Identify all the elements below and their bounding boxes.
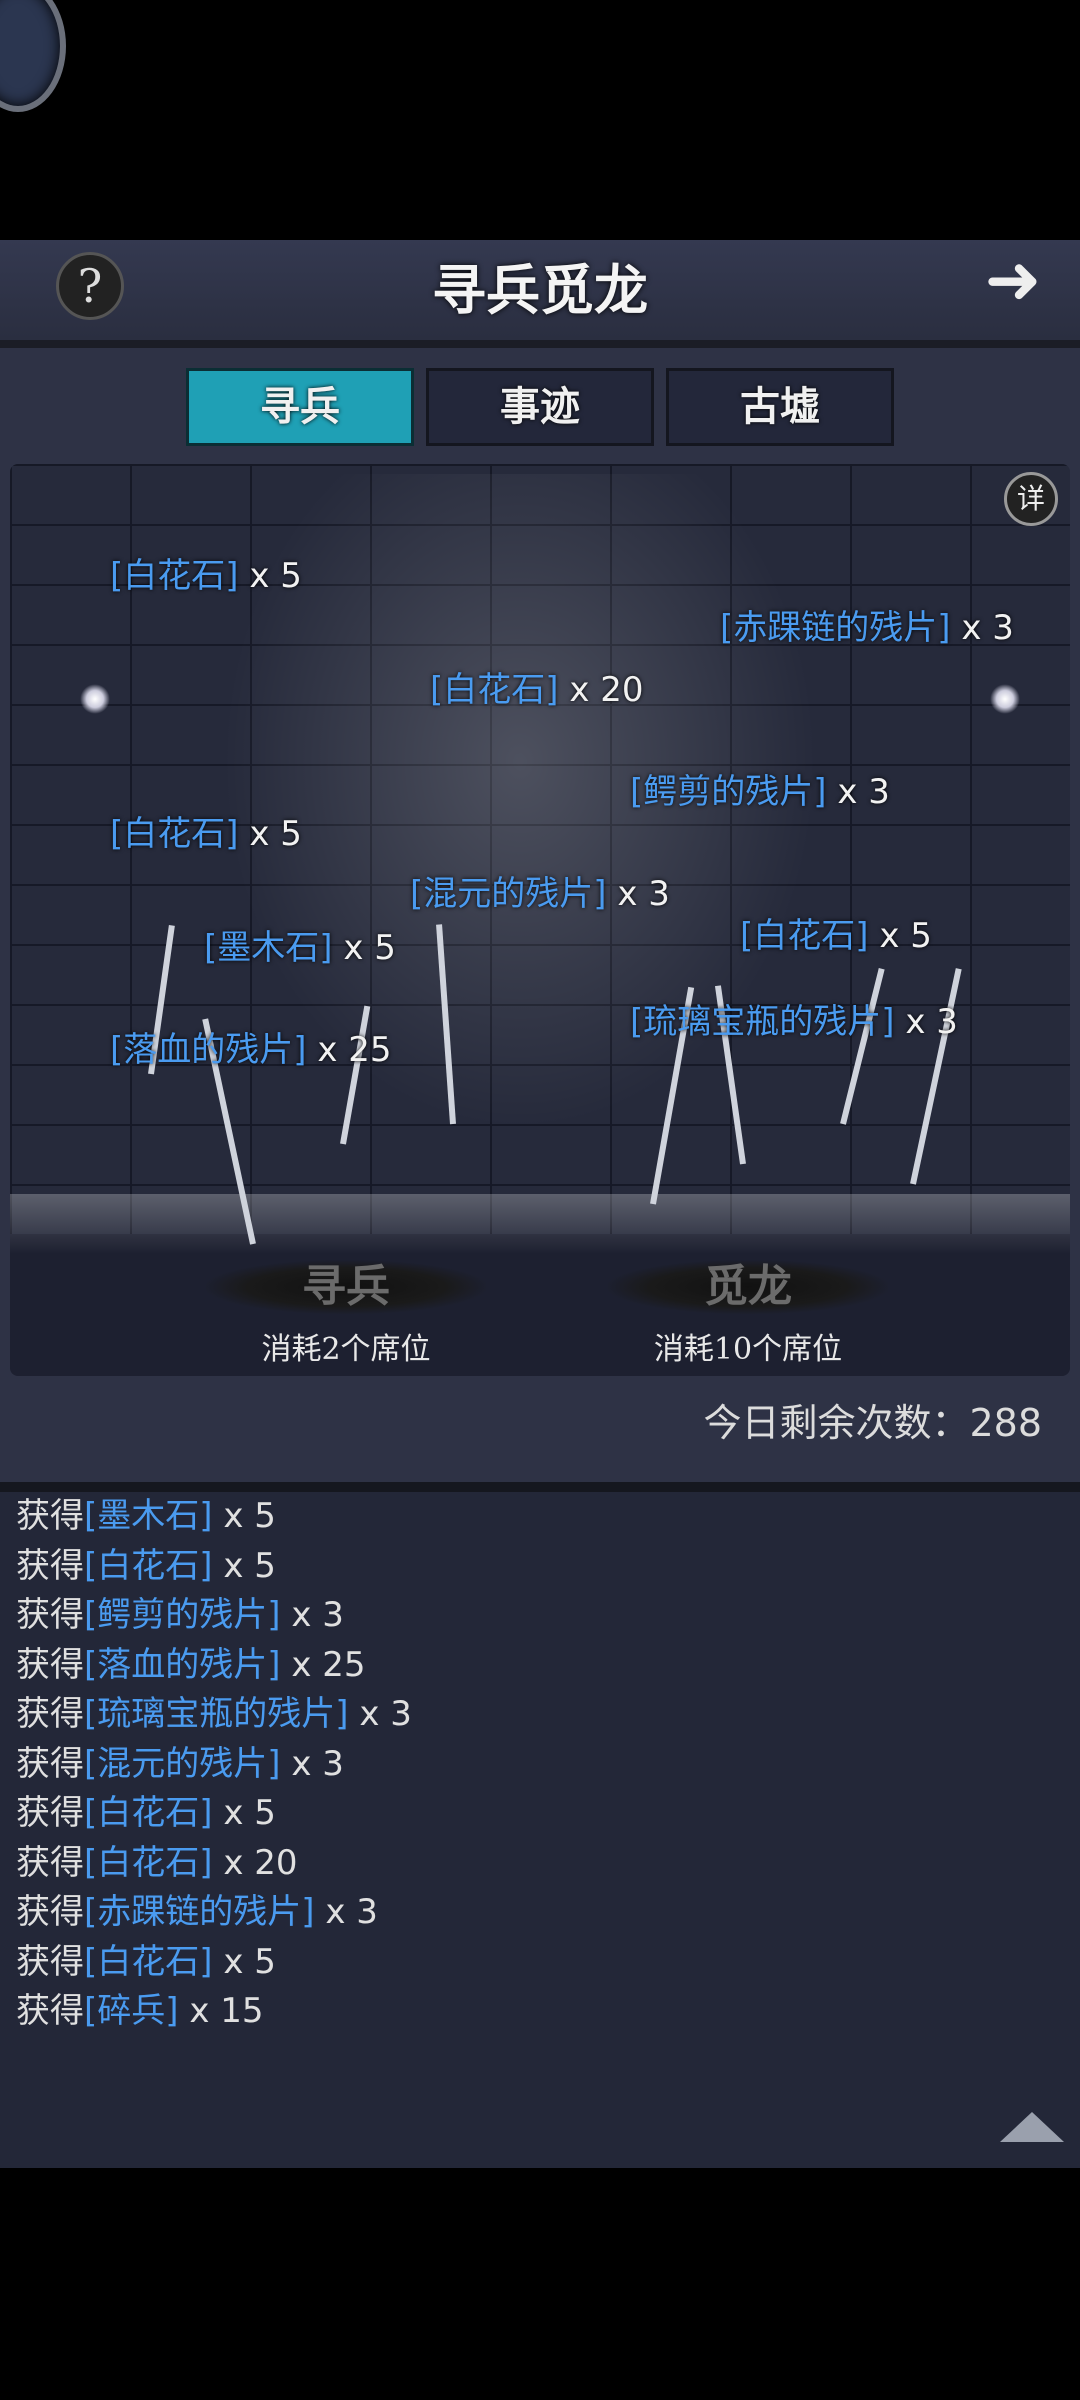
log-item-name: [鳄剪的残片] (84, 1595, 281, 1635)
log-entry: 获得[白花石] x 5 (0, 1542, 1080, 1592)
milong-label: 觅龙 (608, 1260, 888, 1314)
loot-item: [混元的残片] x 3 (410, 866, 670, 915)
loot-item-name: [白花石] (740, 916, 869, 956)
log-prefix: 获得 (16, 1644, 84, 1685)
milong-cost: 消耗10个席位 (653, 1332, 843, 1367)
treasure-stage: 详 [白花石] x 5 [赤踝链的残片] x 3 [白花石] x 20 [鳄剪的… (10, 464, 1070, 1376)
log-item-qty: x 5 (212, 1545, 276, 1586)
loot-item: [鳄剪的残片] x 3 (630, 764, 890, 813)
log-item-qty: x 5 (212, 1793, 276, 1833)
loot-item: [白花石] x 20 (430, 662, 644, 711)
tab-xunbing[interactable]: 寻兵 (186, 368, 414, 446)
xunbing-label: 寻兵 (206, 1260, 486, 1314)
log-prefix: 获得 (16, 1496, 84, 1536)
loot-item: [白花石] x 5 (110, 806, 302, 855)
log-item-qty: x 5 (212, 1941, 276, 1982)
remaining-attempts: 今日剩余次数：288 (703, 1401, 1042, 1445)
milong-button[interactable]: 觅龙 消耗10个席位 (598, 1260, 898, 1376)
stage-floor (10, 1194, 1070, 1254)
log-prefix: 获得 (16, 1842, 84, 1883)
log-item-qty: x 3 (314, 1892, 378, 1932)
loot-item-name: [墨木石] (204, 928, 333, 968)
loot-item: [琉璃宝瓶的残片] x 3 (630, 994, 958, 1043)
log-item-name: [琉璃宝瓶的残片] (84, 1694, 349, 1734)
log-prefix: 获得 (16, 1743, 84, 1784)
loot-item: [白花石] x 5 (740, 908, 932, 957)
tab-shiji[interactable]: 事迹 (426, 368, 654, 446)
log-prefix: 获得 (16, 1793, 84, 1833)
log-entry: 获得[琉璃宝瓶的残片] x 3 (0, 1690, 1080, 1740)
loot-item-qty: x 25 (306, 1030, 392, 1070)
loot-item-qty: x 3 (894, 1002, 958, 1042)
xunbing-button[interactable]: 寻兵 消耗2个席位 (196, 1260, 496, 1376)
log-prefix: 获得 (16, 1991, 84, 2031)
loot-item-name: [白花石] (430, 670, 559, 710)
tab-bar: 寻兵 事迹 古墟 (186, 368, 894, 446)
log-entry: 获得[鳄剪的残片] x 3 (0, 1591, 1080, 1641)
log-item-qty: x 20 (212, 1842, 298, 1883)
log-entry: 获得[白花石] x 5 (0, 1938, 1080, 1988)
log-entry: 获得[白花石] x 20 (0, 1839, 1080, 1889)
log-prefix: 获得 (16, 1892, 84, 1932)
log-prefix: 获得 (16, 1941, 84, 1982)
log-item-name: [墨木石] (84, 1496, 213, 1536)
scroll-up-icon[interactable] (1000, 2112, 1064, 2142)
log-entry: 获得[墨木石] x 5 (0, 1492, 1080, 1542)
forward-arrow-icon[interactable]: ➜ (968, 246, 1058, 316)
log-entry: 获得[落血的残片] x 25 (0, 1641, 1080, 1691)
loot-item-qty: x 5 (238, 556, 302, 596)
log-item-qty: x 5 (212, 1496, 276, 1536)
log-item-name: [混元的残片] (84, 1743, 281, 1784)
loot-item-qty: x 5 (868, 916, 932, 956)
log-item-qty: x 15 (178, 1991, 264, 2031)
loot-item: [白花石] x 5 (110, 548, 302, 597)
loot-item-qty: x 5 (332, 928, 396, 968)
loot-item-name: [白花石] (110, 556, 239, 596)
log-entry: 获得[赤踝链的残片] x 3 (0, 1888, 1080, 1938)
loot-item: [墨木石] x 5 (204, 920, 396, 969)
log-prefix: 获得 (16, 1595, 84, 1635)
log-item-name: [白花石] (84, 1941, 213, 1982)
log-item-name: [赤踝链的残片] (84, 1892, 315, 1932)
log-item-name: [白花石] (84, 1545, 213, 1586)
log-item-name: [白花石] (84, 1793, 213, 1833)
log-item-name: [碎兵] (84, 1991, 179, 2031)
main-panel: ? 寻兵觅龙 ➜ 寻兵 事迹 古墟 详 [白花石] x 5 [赤踝链的残片] x… (0, 240, 1080, 2168)
loot-item-name: [白花石] (110, 814, 239, 854)
xunbing-cost: 消耗2个席位 (261, 1332, 431, 1367)
loot-item-qty: x 5 (238, 814, 302, 854)
loot-item-name: [赤踝链的残片] (720, 608, 951, 648)
log-entry: 获得[碎兵] x 15 (0, 1987, 1080, 2037)
avatar[interactable] (0, 0, 66, 112)
loot-item-qty: x 3 (606, 874, 670, 914)
loot-item-qty: x 3 (826, 772, 890, 812)
header-bar: ? 寻兵觅龙 ➜ (0, 240, 1080, 348)
page-title: 寻兵觅龙 (432, 258, 648, 322)
log-item-qty: x 25 (280, 1644, 366, 1685)
wall-lamp-icon (80, 684, 110, 714)
loot-item-qty: x 3 (950, 608, 1014, 648)
loot-item-qty: x 20 (558, 670, 644, 710)
log-item-qty: x 3 (280, 1595, 344, 1635)
loot-item-name: [鳄剪的残片] (630, 772, 827, 812)
log-entry: 获得[混元的残片] x 3 (0, 1740, 1080, 1790)
details-button[interactable]: 详 (1004, 472, 1058, 526)
loot-item-name: [琉璃宝瓶的残片] (630, 1002, 895, 1042)
loot-item: [赤踝链的残片] x 3 (720, 600, 1014, 649)
tab-guxu[interactable]: 古墟 (666, 368, 894, 446)
log-entry: 获得[白花石] x 5 (0, 1789, 1080, 1839)
reward-log[interactable]: 获得[墨木石] x 5 获得[白花石] x 5 获得[鳄剪的残片] x 3 获得… (0, 1482, 1080, 2168)
log-item-name: [落血的残片] (84, 1644, 281, 1685)
log-prefix: 获得 (16, 1694, 84, 1734)
wall-lamp-icon (990, 684, 1020, 714)
log-prefix: 获得 (16, 1545, 84, 1586)
loot-item-name: [混元的残片] (410, 874, 607, 914)
loot-item: [落血的残片] x 25 (110, 1022, 392, 1071)
log-item-qty: x 3 (280, 1743, 344, 1784)
loot-item-name: [落血的残片] (110, 1030, 307, 1070)
log-item-name: [白花石] (84, 1842, 213, 1883)
log-item-qty: x 3 (348, 1694, 412, 1734)
